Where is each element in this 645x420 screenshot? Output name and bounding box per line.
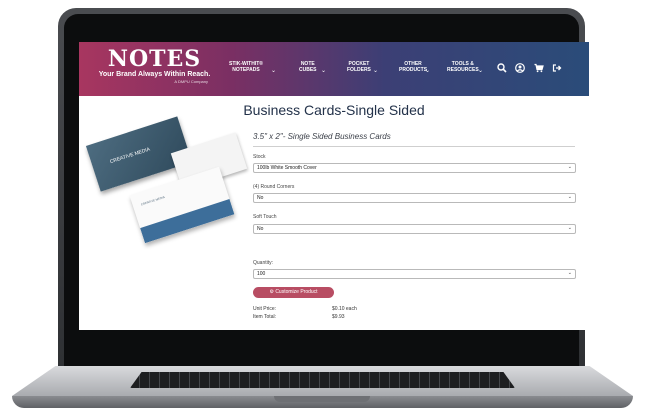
round-corners-select[interactable]: No ⌄: [253, 193, 576, 203]
logo-text: NOTES: [107, 46, 202, 72]
nav-stik-withit-notepads[interactable]: STIK-WITHIT® NOTEPADS: [229, 61, 263, 73]
divider: [253, 146, 575, 147]
cart-icon[interactable]: [534, 63, 544, 73]
unit-price-label: Unit Price:: [253, 306, 277, 312]
round-corners-label: (4) Round Corners: [253, 184, 295, 190]
quantity-label: Quantity:: [253, 260, 274, 266]
chevron-down-icon: ⌄: [567, 225, 572, 231]
laptop-base: [12, 366, 633, 408]
page-title: Business Cards-Single Sided: [243, 102, 425, 118]
logout-icon[interactable]: [552, 63, 562, 73]
chevron-down-icon: ⌄: [567, 164, 572, 170]
lid-notch: [274, 396, 370, 402]
stock-label: Stock: [253, 154, 266, 160]
item-total-value: $9.93: [332, 314, 345, 320]
chevron-down-icon: ⌄: [373, 68, 379, 74]
search-icon[interactable]: [497, 63, 507, 73]
stock-select[interactable]: 100lb White Smooth Cover ⌄: [253, 163, 576, 173]
site-header: NOTES Your Brand Always Within Reach. A …: [79, 42, 589, 96]
unit-price-value: $0.10 each: [332, 306, 357, 312]
nav-pocket-folders[interactable]: POCKET FOLDERS: [347, 61, 371, 73]
chevron-down-icon: ⌄: [321, 68, 327, 74]
chevron-down-icon: ⌄: [567, 270, 572, 276]
nav-other-products[interactable]: OTHER PRODUCTS: [399, 61, 427, 73]
item-total-label: Item Total:: [253, 314, 276, 320]
keyboard: [130, 372, 515, 388]
customize-product-button[interactable]: ⚙ Customize Product: [253, 287, 334, 298]
logo-subtagline: A DMPU Company: [174, 79, 208, 84]
logo-tagline: Your Brand Always Within Reach.: [98, 71, 211, 78]
chevron-down-icon: ⌄: [567, 194, 572, 200]
nav-note-cubes[interactable]: NOTE CUBES: [299, 61, 317, 73]
soft-touch-label: Soft Touch: [253, 214, 277, 220]
chevron-down-icon: ⌄: [271, 68, 277, 74]
nav-tools-resources[interactable]: TOOLS & RESOURCES: [447, 61, 479, 73]
browser-screen: NOTES Your Brand Always Within Reach. A …: [79, 42, 589, 330]
user-icon[interactable]: [515, 63, 525, 73]
chevron-down-icon: ⌄: [478, 68, 484, 74]
product-subtitle: 3.5" x 2"- Single Sided Business Cards: [253, 132, 391, 141]
site-logo[interactable]: NOTES Your Brand Always Within Reach. A …: [87, 48, 222, 85]
product-image-card-bottom: CREATIVE MEDIA: [129, 166, 235, 244]
soft-touch-select[interactable]: No ⌄: [253, 224, 576, 234]
chevron-down-icon: ⌄: [425, 68, 431, 74]
quantity-select[interactable]: 100 ⌄: [253, 269, 576, 279]
